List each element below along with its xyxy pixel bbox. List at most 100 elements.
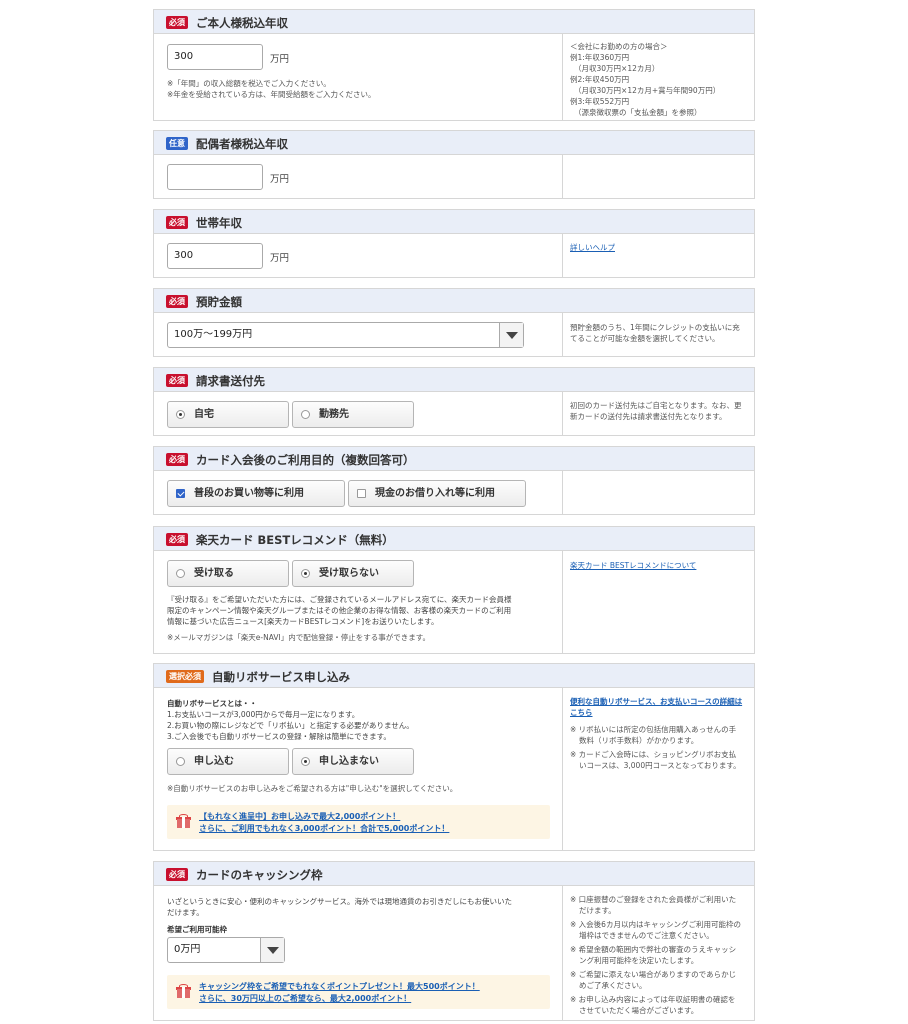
cashing-limit-select[interactable]: 0万円 bbox=[167, 937, 285, 963]
side-help bbox=[562, 471, 754, 514]
revo-details-link-here[interactable]: こちら bbox=[570, 708, 593, 717]
promo-line[interactable]: 【もれなく進呈中】お申し込みで最大2,000ポイント！ bbox=[199, 811, 400, 822]
radio-selected-icon bbox=[176, 410, 185, 419]
section-header: 必須 楽天カード BESTレコメンド（無料） bbox=[154, 527, 754, 551]
radio-unselected-icon bbox=[176, 757, 185, 766]
points-promo-banner[interactable]: 【もれなく進呈中】お申し込みで最大2,000ポイント！ さらに、ご利用でもれなく… bbox=[167, 805, 550, 839]
cashing-section: 必須 カードのキャッシング枠 いざというときに安心・便利のキャッシングサービス。… bbox=[153, 861, 755, 1021]
description-line: だけます。 bbox=[167, 908, 204, 917]
selected-value: 0万円 bbox=[174, 944, 201, 955]
note-line: ※自動リボサービスのお申し込みをご希望される方は"申し込む"を選択してください。 bbox=[167, 784, 458, 793]
help-line: ※ 希望金額の範囲内で弊社の審査のうえキャッシ bbox=[570, 945, 737, 954]
best-recommend-info-link[interactable]: 楽天カード BESTレコメンドについて bbox=[570, 561, 696, 570]
auto-revo-section: 選択必須 自動リボサービス申し込み 自動リボサービスとは・・ 1.お支払いコース… bbox=[153, 663, 755, 851]
checkbox-checked-icon bbox=[176, 489, 185, 498]
promo-line[interactable]: さらに、ご利用でもれなく3,000ポイント！合計で5,000ポイント！ bbox=[199, 823, 449, 834]
note-line: ※メールマガジンは「楽天e-NAVI」内で配信登録・停止をする事ができます。 bbox=[167, 633, 430, 642]
promo-line[interactable]: キャッシング枠をご希望でもれなくポイントプレゼント！最大500ポイント！ bbox=[199, 981, 480, 992]
help-line: 増枠はできませんのでご注意ください。 bbox=[579, 931, 714, 940]
help-line: （月収30万円×12カ月+賞与年間90万円） bbox=[574, 86, 721, 95]
help-line: ※ お申し込み内容によっては年収証明書の確認を bbox=[570, 995, 736, 1004]
option-label: 受け取らない bbox=[319, 568, 379, 579]
help-line: 新カードの送付先は請求書送付先となります。 bbox=[570, 412, 727, 421]
subheading: 希望ご利用可能枠 bbox=[167, 925, 227, 934]
side-help: 便利な自動リボサービス、お支払いコースの詳細は こちら ※ リボ払いには所定の包… bbox=[562, 688, 754, 850]
help-line: （源泉徴収票の「支払金額」を参照） bbox=[574, 108, 702, 117]
section-header: 必須 ご本人様税込年収 bbox=[154, 10, 754, 34]
savings-select[interactable]: 100万〜199万円 bbox=[167, 322, 524, 348]
section-title: 世帯年収 bbox=[196, 216, 242, 230]
household-income-section: 必須 世帯年収 300 万円 詳しいヘルプ bbox=[153, 209, 755, 278]
billing-home-option[interactable]: 自宅 bbox=[167, 401, 289, 428]
gift-icon bbox=[176, 984, 191, 999]
revo-decline-option[interactable]: 申し込まない bbox=[292, 748, 414, 775]
description-line: 2.お買い物の際にレジなどで「リボ払い」と指定する必要がありません。 bbox=[167, 721, 414, 730]
required-badge: 必須 bbox=[166, 16, 188, 29]
help-line: ＜会社にお勤めの方の場合＞ bbox=[570, 42, 668, 51]
help-line: ※ カードご入会時には、ショッピングリボお支払 bbox=[570, 750, 737, 759]
cashing-promo-banner[interactable]: キャッシング枠をご希望でもれなくポイントプレゼント！最大500ポイント！ さらに… bbox=[167, 975, 550, 1009]
description-line: 情報に基づいた広告ニュース[楽天カードBESTレコメンド]をお送りいたします。 bbox=[167, 617, 439, 626]
revo-details-link[interactable]: 便利な自動リボサービス、お支払いコースの詳細は bbox=[570, 697, 742, 706]
purpose-shopping-option[interactable]: 普段のお買い物等に利用 bbox=[167, 480, 345, 507]
help-line: ※ リボ払いには所定の包括信用購入あっせんの手 bbox=[570, 725, 737, 734]
billing-address-section: 必須 請求書送付先 自宅 勤務先 初回のカード送付先はご自宅となります。なお、更… bbox=[153, 367, 755, 436]
section-title: 請求書送付先 bbox=[196, 374, 265, 388]
revo-apply-option[interactable]: 申し込む bbox=[167, 748, 289, 775]
help-line: させていただく場合がございます。 bbox=[579, 1006, 699, 1015]
gift-icon bbox=[176, 814, 191, 829]
household-income-input[interactable]: 300 bbox=[167, 243, 263, 269]
note-line: ※「年間」の収入総額を税込でご入力ください。 bbox=[167, 79, 331, 88]
help-line: ※ 入会後6カ月以内はキャッシングご利用可能枠の bbox=[570, 920, 741, 929]
section-header: 選択必須 自動リボサービス申し込み bbox=[154, 664, 754, 688]
help-line: めご了承ください。 bbox=[579, 981, 647, 990]
section-title: カード入会後のご利用目的（複数回答可） bbox=[196, 453, 415, 467]
option-label: 申し込む bbox=[194, 756, 234, 767]
optional-badge: 任意 bbox=[166, 137, 188, 150]
income-input[interactable]: 300 bbox=[167, 44, 263, 70]
purpose-cash-option[interactable]: 現金のお借り入れ等に利用 bbox=[348, 480, 526, 507]
help-line: ング利用可能枠を決定いたします。 bbox=[579, 956, 699, 965]
recommend-receive-option[interactable]: 受け取る bbox=[167, 560, 289, 587]
help-line: 預貯金額のうち、1年間にクレジットの支払いに充 bbox=[570, 323, 740, 332]
recommend-decline-option[interactable]: 受け取らない bbox=[292, 560, 414, 587]
income-section: 必須 ご本人様税込年収 300 万円 ※「年間」の収入総額を税込でご入力ください… bbox=[153, 9, 755, 121]
radio-selected-icon bbox=[301, 569, 310, 578]
radio-unselected-icon bbox=[176, 569, 185, 578]
billing-work-option[interactable]: 勤務先 bbox=[292, 401, 414, 428]
help-line: てることが可能な金額を選択してください。 bbox=[570, 334, 720, 343]
unit-label: 万円 bbox=[270, 174, 290, 185]
side-help: ※ 口座振替のご登録をされた会員様がご利用いた だけます。 ※ 入会後6カ月以内… bbox=[562, 886, 754, 1020]
section-header: 必須 カード入会後のご利用目的（複数回答可） bbox=[154, 447, 754, 471]
side-help bbox=[562, 155, 754, 198]
radio-unselected-icon bbox=[301, 410, 310, 419]
select-required-badge: 選択必須 bbox=[166, 670, 204, 683]
section-title: 配偶者様税込年収 bbox=[196, 137, 288, 151]
section-title: ご本人様税込年収 bbox=[196, 16, 288, 30]
required-badge: 必須 bbox=[166, 295, 188, 308]
promo-line[interactable]: さらに、30万円以上のご希望なら、最大2,000ポイント！ bbox=[199, 993, 411, 1004]
chevron-down-icon[interactable] bbox=[499, 323, 523, 347]
help-line: （月収30万円×12カ月） bbox=[574, 64, 660, 73]
description-line: 限定のキャンペーン情報や楽天グループまたはその他企業のお得な情報、お客様の楽天カ… bbox=[167, 606, 512, 615]
detailed-help-link[interactable]: 詳しいヘルプ bbox=[570, 243, 615, 252]
spouse-income-input[interactable] bbox=[167, 164, 263, 190]
description-line: 1.お支払いコースが3,000円からで毎月一定になります。 bbox=[167, 710, 360, 719]
description-line: 『受け取る』をご希望いただいた方には、ご登録されているメールアドレス宛てに、楽天… bbox=[167, 595, 512, 604]
required-badge: 必須 bbox=[166, 216, 188, 229]
chevron-down-icon[interactable] bbox=[260, 938, 284, 962]
best-recommend-section: 必須 楽天カード BESTレコメンド（無料） 受け取る 受け取らない 『受け取る… bbox=[153, 526, 755, 654]
help-line: 数料（リボ手数料）がかかります。 bbox=[579, 736, 699, 745]
option-label: 普段のお買い物等に利用 bbox=[194, 488, 304, 499]
side-help: 預貯金額のうち、1年間にクレジットの支払いに充 てることが可能な金額を選択してく… bbox=[562, 313, 754, 356]
section-header: 必須 カードのキャッシング枠 bbox=[154, 862, 754, 886]
section-header: 必須 世帯年収 bbox=[154, 210, 754, 234]
required-badge: 必須 bbox=[166, 453, 188, 466]
help-line: だけます。 bbox=[579, 906, 616, 915]
subheading: 自動リボサービスとは・・ bbox=[167, 699, 257, 708]
selected-value: 100万〜199万円 bbox=[174, 329, 253, 340]
unit-label: 万円 bbox=[270, 54, 290, 65]
checkbox-unchecked-icon bbox=[357, 489, 366, 498]
section-header: 必須 請求書送付先 bbox=[154, 368, 754, 392]
side-help: 詳しいヘルプ bbox=[562, 234, 754, 277]
